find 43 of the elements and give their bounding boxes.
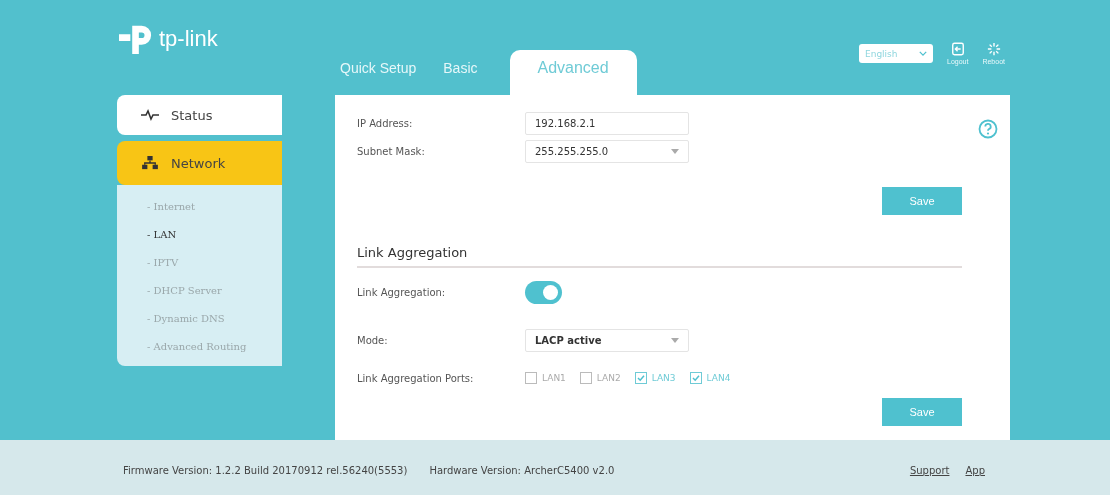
checkbox[interactable] <box>525 372 537 384</box>
chevron-down-icon <box>919 51 927 56</box>
network-icon <box>141 156 159 170</box>
field-label: Mode: <box>357 334 389 346</box>
checkbox[interactable] <box>634 372 647 384</box>
port-label: LAN2 <box>596 373 621 383</box>
ip-input-field[interactable]: 192.168.2.1 <box>525 111 689 135</box>
language-select[interactable]: English <box>859 44 933 63</box>
field-label: IP Address: <box>357 117 414 129</box>
port-label: LAN4 <box>706 373 731 383</box>
hardware-version: Hardware Version: ArcherC5400 v2.0 <box>429 465 615 476</box>
nav-tab[interactable]: Basic <box>438 50 500 95</box>
subnet-select[interactable]: 255.255.255.0 <box>525 139 689 163</box>
firmware-version: Firmware Version: 1.2.2 Build 20170912 rel.56240(5553) <box>123 465 408 476</box>
save-button[interactable]: Save <box>882 187 962 215</box>
sunburst-icon <box>986 42 1001 56</box>
sidebar-item[interactable]: Network <box>117 141 282 185</box>
logout-icon <box>950 42 965 56</box>
field-label: Link Aggregation Ports: <box>357 372 475 384</box>
help-icon[interactable] <box>978 119 998 139</box>
footer-link[interactable]: Support <box>909 465 950 476</box>
nav-tab[interactable]: Advanced <box>509 50 637 95</box>
submenu-item[interactable]: - DHCP Server <box>147 285 282 296</box>
checkbox[interactable] <box>579 372 592 384</box>
logo-text: tp-link <box>159 26 218 52</box>
submenu-item[interactable]: - Dynamic DNS <box>147 313 282 324</box>
submenu-item[interactable]: - Advanced Routing <box>147 341 282 352</box>
checkbox[interactable] <box>689 372 702 384</box>
sidebar-item[interactable]: Status <box>117 95 282 135</box>
pulse-icon <box>141 108 159 122</box>
toggle-switch[interactable] <box>525 280 562 304</box>
nav-tab[interactable]: Quick Setup <box>335 50 439 95</box>
submenu-item[interactable]: - IPTV <box>147 257 282 268</box>
port-label: LAN1 <box>542 373 566 383</box>
footer-link[interactable]: App <box>965 465 985 476</box>
mode-select[interactable]: LACP active <box>525 328 689 352</box>
port-label: LAN3 <box>651 373 676 383</box>
field-label: Link Aggregation: <box>357 286 447 298</box>
save-button[interactable]: Save <box>882 398 962 426</box>
section-heading: Link Aggregation <box>357 245 962 268</box>
submenu-item[interactable]: - Internet <box>147 201 282 212</box>
field-label: Subnet Mask: <box>357 145 426 157</box>
submenu-item[interactable]: - LAN <box>147 229 282 240</box>
